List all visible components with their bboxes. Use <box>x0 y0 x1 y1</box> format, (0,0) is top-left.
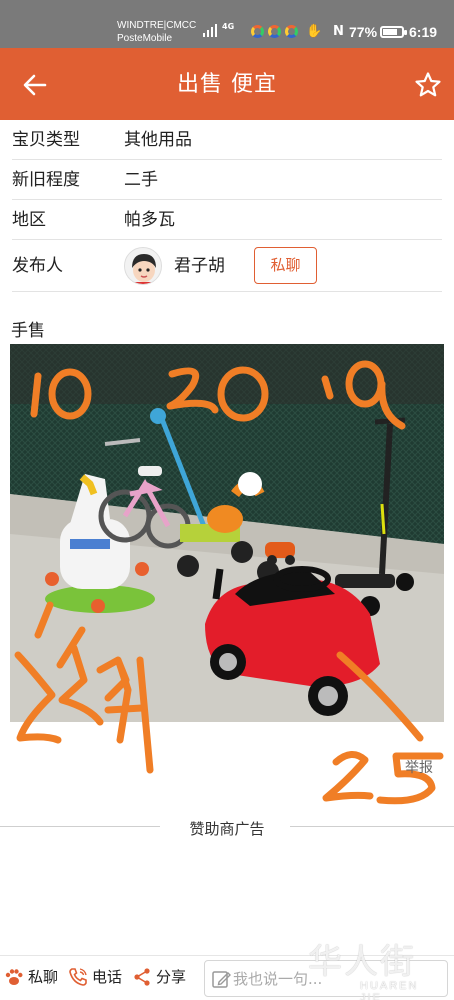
share-action[interactable]: 分享 <box>132 966 186 988</box>
share-action-label: 分享 <box>156 968 187 986</box>
notification-app-icons <box>251 25 298 38</box>
signal-icon <box>203 24 217 37</box>
chat-action[interactable]: 私聊 <box>4 966 58 988</box>
clock: 6:19 <box>409 24 438 40</box>
app-header: 出售 便宜 <box>0 48 454 120</box>
sponsor-label: 赞助商广告 <box>181 820 273 838</box>
poster-name[interactable]: 君子胡 <box>174 255 225 277</box>
private-chat-button[interactable]: 私聊 <box>254 247 317 284</box>
app-notification-icon <box>285 25 298 38</box>
share-icon <box>134 968 150 986</box>
comment-input[interactable]: 我也说一句... <box>204 960 448 997</box>
phone-action[interactable]: 电话 <box>68 966 122 988</box>
detail-label: 新旧程度 <box>12 170 80 190</box>
status-bar: WINDTRE|CMCC PosteMobile 4G ✋ N 77% 6:19 <box>0 0 454 48</box>
favorite-star-icon[interactable] <box>413 70 443 100</box>
chat-action-label: 私聊 <box>28 968 59 986</box>
item-details: 宝贝类型 其他用品 新旧程度 二手 地区 帕多瓦 发布人 君子胡 私聊 <box>12 120 442 292</box>
avatar[interactable] <box>124 247 162 285</box>
carrier-line-1: WINDTRE|CMCC <box>117 20 197 31</box>
carrier-line-2: PosteMobile <box>117 33 173 44</box>
report-link[interactable]: 举报 <box>405 757 433 777</box>
paw-icon <box>5 969 23 985</box>
avatar-image <box>125 248 161 284</box>
comment-placeholder: 我也说一句... <box>233 970 323 988</box>
detail-value: 二手 <box>124 170 158 190</box>
hand-icon: ✋ <box>306 24 323 39</box>
edit-icon <box>212 971 231 988</box>
detail-label: 宝贝类型 <box>12 130 80 150</box>
page-title: 出售 便宜 <box>177 72 277 97</box>
handwritten-overlay <box>14 601 444 805</box>
detail-value: 其他用品 <box>124 130 192 150</box>
section-title: 手售 <box>11 321 45 341</box>
detail-row-condition: 新旧程度 二手 <box>12 160 442 200</box>
poster-label: 发布人 <box>12 256 63 276</box>
detail-value: 帕多瓦 <box>124 210 175 230</box>
phone-icon <box>69 968 87 986</box>
carrier-name: WINDTRE|CMCC PosteMobile <box>117 19 196 45</box>
battery-percent: 77% <box>349 24 378 40</box>
app-notification-icon <box>268 25 281 38</box>
bottom-action-bar: 私聊 电话 分享 我也说一句... <box>0 955 454 1000</box>
phone-action-label: 电话 <box>92 968 123 986</box>
detail-label: 地区 <box>12 210 46 230</box>
detail-row-region: 地区 帕多瓦 <box>12 200 442 240</box>
nfc-icon: N <box>333 24 344 39</box>
detail-row-type: 宝贝类型 其他用品 <box>12 120 442 160</box>
network-type: 4G <box>222 22 235 31</box>
battery-icon <box>380 26 407 38</box>
sponsor-divider: 赞助商广告 <box>0 815 454 839</box>
detail-row-poster: 发布人 君子胡 私聊 <box>12 240 442 292</box>
app-notification-icon <box>251 25 264 38</box>
